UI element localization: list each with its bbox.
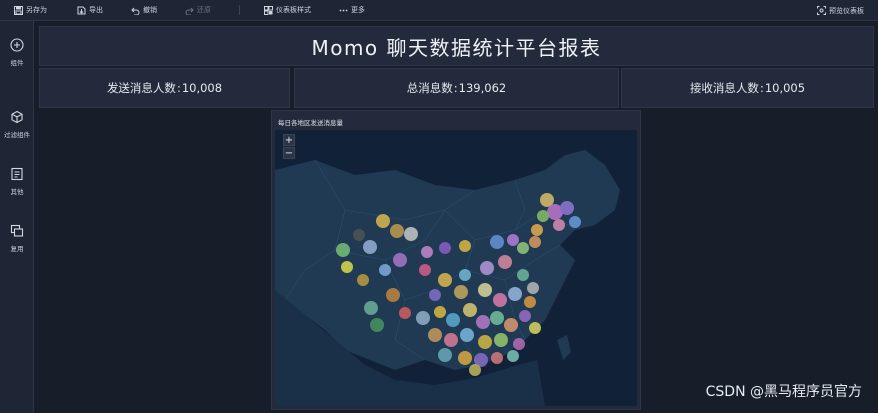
preview-icon — [817, 6, 826, 15]
sidebar-item-filter-components[interactable]: 过滤组件 — [0, 110, 34, 139]
sidebar-item-label: 其他 — [10, 188, 24, 196]
cube-icon — [11, 110, 23, 124]
dashboard-title-panel[interactable]: Momo 聊天数据统计平台报表 — [39, 26, 874, 66]
stat-value: 10,005 — [764, 81, 806, 95]
sidebar-item-label: 复用 — [10, 245, 24, 253]
stat-panel-receivers[interactable]: 接收消息人数:10,005 — [621, 68, 874, 108]
stat-panel-senders[interactable]: 发送消息人数:10,008 — [39, 68, 290, 108]
sidebar-item-label: 过滤组件 — [4, 131, 30, 139]
more-label: 更多 — [351, 6, 365, 14]
left-sidebar: 组件 过滤组件 其他 复用 — [0, 21, 34, 413]
document-icon — [11, 167, 23, 181]
stat-value: 10,008 — [181, 81, 223, 95]
ellipsis-icon — [339, 6, 348, 15]
sidebar-item-components[interactable]: 组件 — [0, 38, 34, 67]
top-toolbar: 另存为 导出 撤销 还原 仪表板样式 更多 预览仪表板 — [0, 0, 878, 21]
map-area[interactable]: + − — [275, 130, 637, 406]
preview-dashboard-button[interactable]: 预览仪表板 — [817, 0, 864, 21]
save-as-button[interactable]: 另存为 — [14, 5, 47, 15]
redo-icon — [185, 6, 194, 15]
dashboard-style-label: 仪表板样式 — [276, 6, 311, 14]
sidebar-item-other[interactable]: 其他 — [0, 167, 34, 196]
map-widget[interactable]: 每日各地区发送消息量 + − — [271, 110, 641, 410]
stat-value: 139,062 — [458, 81, 507, 95]
stat-separator: : — [176, 81, 181, 95]
stat-separator: : — [453, 81, 458, 95]
export-label: 导出 — [89, 6, 103, 14]
china-map — [275, 130, 637, 406]
stat-label: 接收消息人数 — [689, 81, 759, 95]
zoom-in-button[interactable]: + — [283, 134, 295, 146]
dashboard-canvas: Momo 聊天数据统计平台报表 发送消息人数:10,008 总消息数:139,0… — [34, 21, 878, 413]
dashboard-style-button[interactable]: 仪表板样式 — [264, 5, 311, 15]
sidebar-item-reuse[interactable]: 复用 — [0, 224, 34, 253]
stat-label: 总消息数 — [406, 81, 453, 95]
map-title: 每日各地区发送消息量 — [278, 119, 343, 127]
redo-label: 还原 — [197, 6, 211, 14]
sidebar-item-label: 组件 — [10, 59, 24, 67]
dashboard-title: Momo 聊天数据统计平台报表 — [311, 35, 602, 60]
watermark: CSDN @黑马程序员官方 — [705, 384, 862, 400]
more-button[interactable]: 更多 — [339, 5, 365, 15]
stat-separator: : — [759, 81, 764, 95]
toolbar-divider — [239, 5, 240, 15]
save-icon — [14, 5, 23, 15]
save-as-label: 另存为 — [26, 6, 47, 14]
stat-label: 发送消息人数 — [106, 81, 176, 95]
zoom-out-button[interactable]: − — [283, 147, 295, 159]
palette-icon — [264, 5, 273, 15]
preview-label: 预览仪表板 — [829, 6, 864, 15]
export-icon — [77, 6, 86, 15]
undo-button[interactable]: 撤销 — [131, 5, 157, 15]
undo-label: 撤销 — [143, 6, 157, 14]
plus-circle-icon — [10, 38, 24, 52]
copy-icon — [10, 224, 24, 237]
redo-button[interactable]: 还原 — [185, 5, 211, 15]
undo-icon — [131, 6, 140, 15]
stat-panel-total-messages[interactable]: 总消息数:139,062 — [294, 68, 619, 108]
export-button[interactable]: 导出 — [77, 5, 103, 15]
